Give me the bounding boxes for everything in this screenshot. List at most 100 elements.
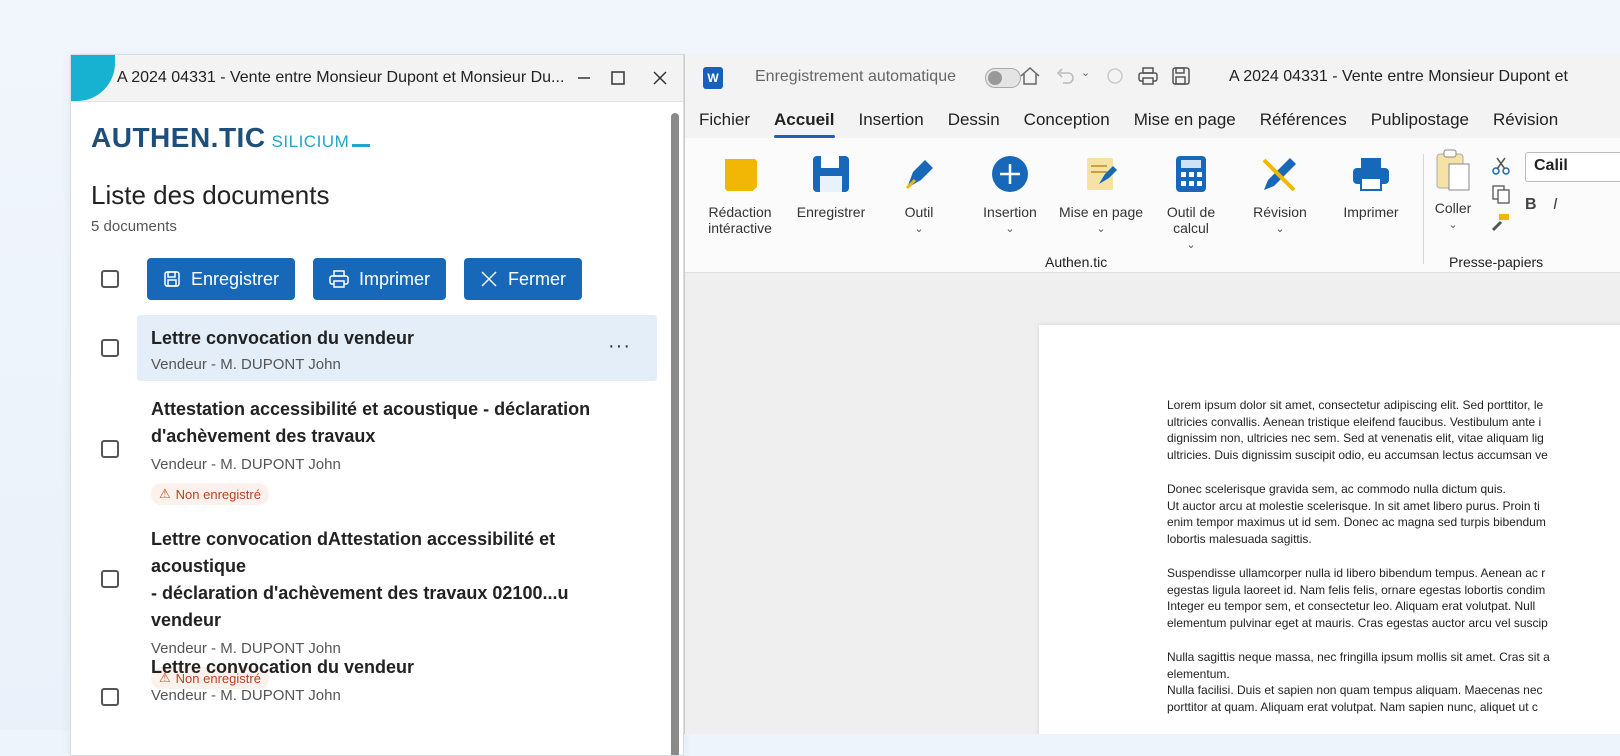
document-panel: AUTHEN.TIC SILICIUM Liste des documents …	[71, 102, 667, 755]
scissors-icon[interactable]	[1491, 156, 1511, 181]
item-title-line-2: - déclaration d'achèvement des travaux 0…	[151, 583, 569, 630]
clipboard-icon	[1431, 148, 1475, 192]
mise-en-page-button[interactable]: Mise en page ⌄	[1055, 152, 1147, 235]
word-window: W Enregistrement automatique ⌄ A 2024 04…	[684, 54, 1620, 734]
enregistrer-button[interactable]: Enregistrer	[791, 152, 871, 220]
chevron-down-icon: ⌄	[914, 223, 924, 235]
page-title: Liste des documents	[91, 180, 330, 210]
ribbon: Rédaction intéractive Enregistrer Outil …	[685, 138, 1620, 273]
item-checkbox[interactable]	[101, 339, 119, 357]
redaction-icon	[705, 152, 775, 196]
item-checkbox[interactable]	[101, 440, 119, 458]
item-title-line-1: Lettre convocation dAttestation accessib…	[151, 529, 556, 576]
ribbon-separator	[1423, 154, 1424, 264]
redo-icon[interactable]	[1105, 66, 1125, 86]
document-paragraph: Donec scelerisque gravida sem, ac commod…	[1167, 482, 1546, 546]
warning-icon: ⚠	[159, 486, 171, 501]
list-item[interactable]: Lettre convocation du vendeur Vendeur - …	[101, 315, 657, 381]
close-icon	[480, 270, 498, 288]
outil-de-calcul-button[interactable]: Outil de calcul ⌄	[1159, 152, 1223, 251]
printer-icon	[1335, 152, 1407, 196]
copy-icon[interactable]	[1491, 184, 1511, 209]
mise-en-page-label: Mise en page	[1058, 204, 1144, 220]
app-corner-logo	[71, 55, 115, 101]
redaction-interactive-button[interactable]: Rédaction intéractive	[705, 152, 775, 236]
document-page[interactable]: Lorem ipsum dolor sit amet, consectetur …	[1039, 325, 1620, 734]
floppy-icon	[791, 152, 871, 196]
save-icon	[163, 270, 181, 288]
bold-button[interactable]: B	[1525, 196, 1537, 214]
left-window-title: A 2024 04331 - Vente entre Monsieur Dupo…	[117, 69, 565, 86]
save-icon[interactable]	[1171, 66, 1193, 86]
tab-mise-en-page[interactable]: Mise en page	[1134, 110, 1236, 130]
item-subtitle: Vendeur - M. DUPONT John	[151, 456, 341, 473]
close-button[interactable]: Fermer	[464, 258, 583, 300]
item-title-line-1: Attestation accessibilité et acoustique …	[151, 399, 591, 419]
chevron-down-icon[interactable]: ⌄	[1081, 66, 1090, 79]
menu-bar: Fichier Accueil Insertion Dessin Concept…	[685, 102, 1620, 138]
tab-references[interactable]: Références	[1260, 110, 1347, 130]
chevron-down-icon: ⌄	[1096, 223, 1106, 235]
tab-revision[interactable]: Révision	[1493, 110, 1558, 130]
tab-dessin[interactable]: Dessin	[948, 110, 1000, 130]
logo-sub-text: SILICIUM	[271, 132, 350, 151]
tab-fichier[interactable]: Fichier	[699, 110, 750, 130]
calcul-label-1: Outil de	[1166, 204, 1216, 220]
undo-icon[interactable]	[1055, 66, 1075, 86]
word-titlebar: W Enregistrement automatique ⌄ A 2024 04…	[685, 54, 1620, 102]
font-name-field[interactable]: Calil	[1525, 152, 1620, 182]
document-paragraph: Nulla sagittis neque massa, nec fringill…	[1167, 650, 1550, 714]
chevron-down-icon: ⌄	[1186, 239, 1196, 251]
item-title-line-2: d'achèvement des travaux	[151, 426, 376, 446]
autosave-toggle[interactable]	[985, 68, 1021, 88]
print-label: Imprimer	[359, 268, 431, 289]
left-titlebar: A 2024 04331 - Vente entre Monsieur Dupo…	[71, 55, 683, 102]
insertion-button[interactable]: Insertion ⌄	[975, 152, 1045, 235]
group-label-presse-papiers: Presse-papiers	[1449, 254, 1544, 270]
autosave-label: Enregistrement automatique	[755, 68, 956, 85]
tab-insertion[interactable]: Insertion	[859, 110, 924, 130]
document-count: 5 documents	[91, 218, 177, 235]
list-item[interactable]: Lettre convocation dAttestation accessib…	[101, 526, 657, 689]
word-app-icon: W	[703, 67, 723, 89]
coller-label: Coller	[1434, 200, 1472, 216]
outil-button[interactable]: Outil ⌄	[889, 152, 949, 235]
format-painter-icon[interactable]	[1491, 212, 1511, 237]
list-item[interactable]: Lettre convocation du vendeur Vendeur - …	[101, 654, 657, 720]
print-icon[interactable]	[1137, 66, 1159, 86]
close-icon	[653, 71, 667, 85]
imprimer-button[interactable]: Imprimer	[1335, 152, 1407, 220]
save-label: Enregistrer	[191, 268, 280, 289]
revision-label: Révision	[1253, 204, 1307, 220]
tab-conception[interactable]: Conception	[1024, 110, 1110, 130]
tab-accueil[interactable]: Accueil	[774, 110, 835, 138]
save-button[interactable]: Enregistrer	[147, 258, 296, 300]
status-badge-label: Non enregistré	[175, 486, 261, 502]
chevron-down-icon: ⌄	[1275, 223, 1285, 235]
minimize-button[interactable]	[571, 65, 597, 91]
pencil-icon	[1247, 152, 1313, 196]
item-subtitle: Vendeur - M. DUPONT John	[151, 356, 341, 373]
scrollbar[interactable]	[671, 113, 679, 755]
maximize-button[interactable]	[605, 65, 631, 91]
status-badge: ⚠ Non enregistré	[151, 483, 269, 505]
revision-button[interactable]: Révision ⌄	[1247, 152, 1313, 235]
item-checkbox[interactable]	[101, 570, 119, 588]
home-icon[interactable]	[1019, 66, 1041, 86]
close-window-button[interactable]	[647, 65, 673, 91]
coller-button[interactable]: Coller ⌄	[1431, 148, 1475, 231]
calcul-label-2: calcul	[1173, 220, 1209, 236]
select-all-checkbox[interactable]	[101, 270, 119, 288]
print-button[interactable]: Imprimer	[313, 258, 447, 300]
insertion-label: Insertion	[983, 204, 1037, 220]
italic-button[interactable]: I	[1553, 196, 1557, 214]
word-window-title: A 2024 04331 - Vente entre Monsieur Dupo…	[1229, 68, 1568, 85]
tab-publipostage[interactable]: Publipostage	[1371, 110, 1469, 130]
authentic-window: A 2024 04331 - Vente entre Monsieur Dupo…	[70, 54, 684, 756]
more-options-icon[interactable]: ···	[608, 335, 631, 358]
item-checkbox[interactable]	[101, 688, 119, 706]
document-paragraph: Lorem ipsum dolor sit amet, consectetur …	[1167, 398, 1548, 462]
list-item[interactable]: Attestation accessibilité et acoustique …	[101, 396, 657, 506]
group-label-authentic: Authen.tic	[1045, 254, 1108, 270]
item-title: Lettre convocation du vendeur	[151, 657, 415, 677]
